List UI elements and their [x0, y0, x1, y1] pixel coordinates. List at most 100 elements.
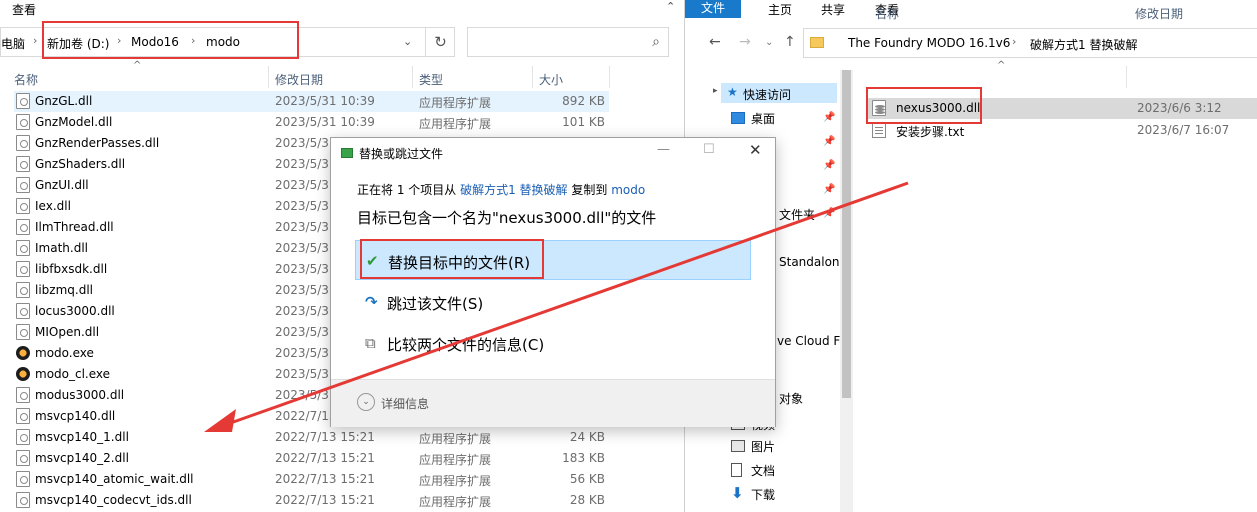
file-date: 2022/7/13 15:21 — [275, 493, 375, 507]
search-input[interactable]: ⌕ — [467, 27, 669, 57]
conflict-message: 目标已包含一个名为"nexus3000.dll"的文件 — [357, 209, 657, 227]
breadcrumb-separator-icon[interactable]: › — [1012, 35, 1016, 48]
maximize-icon[interactable]: ☐ — [703, 142, 715, 157]
dll-file-icon — [16, 93, 30, 109]
expand-icon[interactable]: ▸ — [713, 86, 718, 96]
pin-icon[interactable]: 📌 — [823, 184, 835, 195]
dll-file-icon — [16, 240, 30, 256]
file-row[interactable]: msvcp140_codecvt_ids.dll 2022/7/13 15:21 应… — [14, 490, 609, 511]
chevron-down-icon[interactable]: ⌄ — [357, 393, 375, 411]
forward-arrow-icon[interactable]: → — [739, 34, 751, 50]
sort-ascending-icon: ^ — [997, 60, 1006, 71]
nav-documents[interactable]: 文档 — [751, 462, 775, 479]
file-name: Imath.dll — [35, 241, 88, 255]
address-dropdown-icon[interactable]: ⌄ — [403, 35, 412, 48]
screen: { "left_window": { "menu": {"view": "查看"… — [0, 0, 1257, 512]
file-name: msvcp140_atomic_wait.dll — [35, 472, 194, 486]
pin-icon[interactable]: 📌 — [823, 112, 835, 123]
nav-downloads[interactable]: 下载 — [751, 486, 775, 503]
pictures-icon — [731, 440, 745, 452]
column-size[interactable]: 大小 — [539, 71, 563, 88]
file-size: 28 KB — [569, 493, 605, 507]
recent-dropdown-icon[interactable]: ⌄ — [765, 37, 773, 48]
file-date: 2022/7/13 15:21 — [275, 451, 375, 465]
dll-file-icon — [16, 198, 30, 214]
column-name[interactable]: 名称 — [875, 5, 899, 22]
compare-files-option[interactable]: ⧉ 比较两个文件的信息(C) — [355, 323, 751, 363]
copy-status-mid: 复制到 — [567, 183, 612, 197]
left-column-header: 名称 修改日期 类型 大小 — [0, 66, 683, 88]
skip-file-option[interactable]: ↷ 跳过该文件(S) — [355, 282, 751, 322]
details-toggle[interactable]: 详细信息 — [381, 395, 429, 412]
file-row[interactable]: msvcp140_1.dll 2022/7/13 15:21 应用程序扩展 24 KB — [14, 427, 609, 448]
pin-icon[interactable]: 📌 — [823, 208, 835, 219]
column-divider[interactable] — [532, 66, 533, 88]
file-row[interactable]: GnzModel.dll 2023/5/31 10:39 应用程序扩展 101 KB — [14, 112, 609, 133]
right-address-bar[interactable]: The Foundry MODO 16.1v6 › 破解方式1 替换破解 — [803, 28, 1257, 58]
file-row[interactable]: GnzGL.dll 2023/5/31 10:39 应用程序扩展 892 KB — [14, 91, 609, 112]
dll-file-icon — [16, 408, 30, 424]
file-name: Iex.dll — [35, 199, 71, 213]
nav-folder-partial[interactable]: 文件夹 — [779, 206, 815, 223]
skip-option-label: 跳过该文件(S) — [387, 295, 484, 313]
dll-file-icon — [16, 135, 30, 151]
tab-home[interactable]: 主页 — [768, 1, 792, 18]
up-arrow-icon[interactable]: ↑ — [784, 34, 796, 50]
column-type[interactable]: 类型 — [419, 71, 443, 88]
back-arrow-icon[interactable]: ← — [709, 34, 721, 50]
column-date[interactable]: 修改日期 — [275, 71, 323, 88]
nav-3d-objects-partial[interactable]: 对象 — [779, 390, 803, 407]
breadcrumb-crack-method[interactable]: 破解方式1 替换破解 — [1030, 36, 1137, 53]
column-name[interactable]: 名称 — [14, 71, 38, 88]
documents-icon — [731, 463, 742, 477]
column-date[interactable]: 修改日期 — [1135, 5, 1183, 22]
expand-ribbon-icon[interactable]: ⌃ — [666, 0, 675, 13]
destination-folder-link[interactable]: modo — [611, 183, 645, 197]
nav-scrollbar-thumb[interactable] — [842, 70, 851, 398]
tab-file[interactable]: 文件 — [685, 0, 741, 18]
view-menu[interactable]: 查看 — [12, 1, 36, 18]
pin-icon[interactable]: 📌 — [823, 136, 835, 147]
file-date: 2023/5/31 10:39 — [275, 115, 375, 129]
dll-file-icon — [16, 156, 30, 172]
column-divider[interactable] — [412, 66, 413, 88]
breadcrumb-computer[interactable]: 电脑 — [1, 35, 25, 52]
pin-icon[interactable]: 📌 — [823, 160, 835, 171]
breadcrumb-separator-icon[interactable]: › — [33, 34, 37, 47]
breadcrumb-foundry[interactable]: The Foundry MODO 16.1v6 — [848, 36, 1010, 50]
source-folder-link[interactable]: 破解方式1 替换破解 — [460, 183, 567, 197]
file-name: msvcp140_2.dll — [35, 451, 129, 465]
column-divider[interactable] — [268, 66, 269, 88]
file-type: 应用程序扩展 — [419, 453, 492, 467]
file-size: 892 KB — [562, 94, 605, 108]
file-name: GnzUI.dll — [35, 178, 89, 192]
column-divider[interactable] — [1126, 66, 1127, 88]
nav-standalone-partial[interactable]: Standalon — [779, 255, 840, 269]
tab-share[interactable]: 共享 — [821, 1, 845, 18]
nav-pictures[interactable]: 图片 — [751, 438, 775, 455]
file-row[interactable]: msvcp140_atomic_wait.dll 2022/7/13 15:21 应… — [14, 469, 609, 490]
file-name: msvcp140_1.dll — [35, 430, 129, 444]
nav-quick-access[interactable]: 快速访问 — [743, 86, 791, 103]
file-type: 应用程序扩展 — [419, 474, 492, 488]
file-date: 2023/5/3 — [275, 367, 329, 381]
file-name: MIOpen.dll — [35, 325, 100, 339]
file-date: 2023/5/3 — [275, 325, 329, 339]
file-row[interactable]: msvcp140_2.dll 2022/7/13 15:21 应用程序扩展 183 K… — [14, 448, 609, 469]
left-menubar: 查看 ⌃ — [0, 0, 683, 18]
file-date: 2023/5/3 — [275, 388, 329, 402]
file-date: 2023/5/3 — [275, 178, 329, 192]
file-date: 2023/5/3 — [275, 346, 329, 360]
nav-cloud-partial[interactable]: ve Cloud F — [777, 334, 840, 348]
nav-desktop[interactable]: 桌面 — [751, 110, 775, 127]
minimize-icon[interactable]: — — [657, 142, 670, 157]
close-icon[interactable]: ✕ — [749, 141, 762, 159]
file-date: 2022/7/13 — [275, 409, 337, 423]
column-divider[interactable] — [609, 66, 610, 88]
file-date: 2023/5/3 — [275, 136, 329, 150]
file-name: modo_cl.exe — [35, 367, 111, 381]
text-file-icon — [872, 122, 886, 138]
file-name: msvcp140.dll — [35, 409, 116, 423]
refresh-icon[interactable]: ↻ — [425, 28, 455, 56]
file-name: 安装步骤.txt — [896, 125, 965, 139]
